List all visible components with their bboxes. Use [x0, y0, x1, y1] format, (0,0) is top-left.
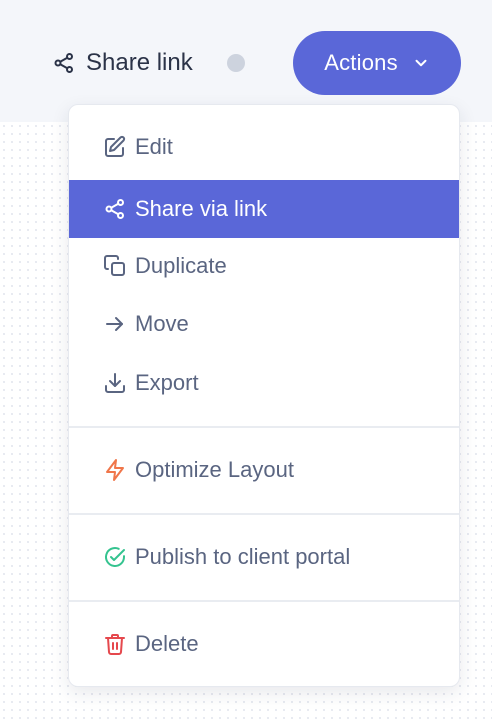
actions-menu: Edit Share via link Duplicate Move Expor…	[68, 104, 460, 687]
menu-item-label: Export	[135, 370, 199, 395]
menu-item-optimize-layout[interactable]: Optimize Layout	[69, 441, 459, 499]
menu-item-label: Optimize Layout	[135, 457, 294, 482]
trash-icon	[105, 634, 125, 655]
share-icon	[54, 53, 73, 73]
menu-item-label: Edit	[135, 134, 173, 159]
menu-item-edit[interactable]: Edit	[69, 118, 459, 176]
duplicate-icon	[104, 255, 125, 276]
menu-divider	[69, 426, 459, 428]
menu-item-label: Publish to client portal	[135, 544, 351, 569]
menu-item-share-via-link[interactable]: Share via link	[69, 180, 459, 238]
menu-item-label: Duplicate	[135, 253, 227, 278]
chevron-down-icon	[415, 59, 427, 67]
menu-item-move[interactable]: Move	[69, 295, 459, 353]
menu-divider	[69, 600, 459, 602]
menu-divider	[69, 513, 459, 515]
status-dot	[227, 54, 245, 72]
actions-label: Actions	[324, 50, 398, 75]
actions-dropdown-button[interactable]: Actions	[293, 31, 461, 95]
menu-item-duplicate[interactable]: Duplicate	[69, 237, 459, 295]
edit-icon	[105, 135, 126, 157]
share-icon	[105, 199, 124, 219]
menu-item-delete[interactable]: Delete	[69, 615, 459, 673]
share-link-label: Share link	[86, 49, 193, 76]
check-circle-icon	[105, 547, 125, 567]
share-link-button[interactable]: Share link	[52, 46, 193, 80]
menu-item-label: Delete	[135, 631, 199, 656]
download-icon	[105, 373, 125, 393]
menu-item-export[interactable]: Export	[69, 354, 459, 412]
menu-item-publish-to-client-portal[interactable]: Publish to client portal	[69, 528, 459, 586]
lightning-icon	[106, 459, 124, 481]
arrow-right-icon	[106, 317, 123, 331]
menu-item-label: Share via link	[135, 196, 268, 221]
menu-item-label: Move	[135, 311, 189, 336]
